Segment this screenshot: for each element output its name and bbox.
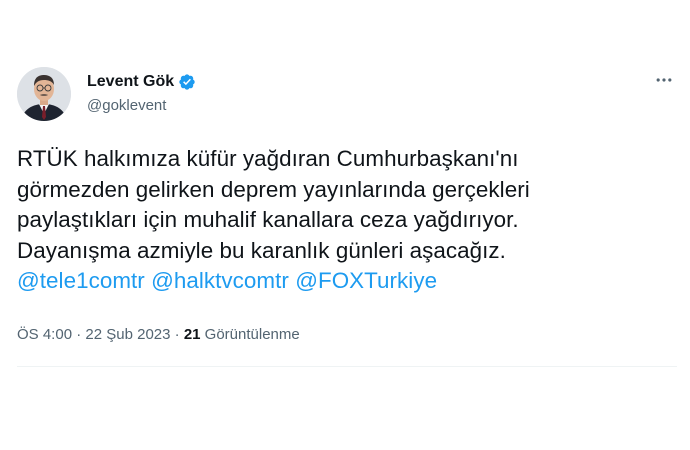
meta-separator: · bbox=[174, 326, 180, 343]
tweet-mentions-line: @tele1comtr @halktvcomtr @FOXTurkiye bbox=[17, 266, 667, 297]
tweet-time[interactable]: ÖS 4:00 bbox=[17, 326, 72, 343]
verified-badge-icon bbox=[178, 73, 196, 91]
tweet-text: RTÜK halkımıza küfür yağdıran Cumhurbaşk… bbox=[17, 144, 667, 297]
meta-separator: · bbox=[76, 326, 82, 343]
views-count: 21 bbox=[183, 326, 201, 343]
tweet-meta: ÖS 4:00 · 22 Şub 2023 · 21 Görüntülenme bbox=[17, 326, 300, 343]
mention-link-halktvcomtr[interactable]: @halktvcomtr bbox=[151, 268, 289, 293]
author-name-row: Levent Gök bbox=[87, 72, 196, 91]
mention-link-foxturkiye[interactable]: @FOXTurkiye bbox=[295, 268, 437, 293]
avatar[interactable] bbox=[17, 67, 71, 121]
tweet-text-line: paylaştıkları için muhalif kanallara cez… bbox=[17, 207, 519, 232]
tweet-text-line: RTÜK halkımıza küfür yağdıran Cumhurbaşk… bbox=[17, 146, 519, 171]
mention-link-tele1comtr[interactable]: @tele1comtr bbox=[17, 268, 145, 293]
tweet-card: Levent Gök @goklevent RTÜK halkımıza küf… bbox=[0, 0, 690, 450]
divider bbox=[17, 366, 677, 367]
views-label: Görüntülenme bbox=[204, 326, 300, 343]
author-display-name[interactable]: Levent Gök bbox=[87, 73, 174, 91]
author-handle[interactable]: @goklevent bbox=[87, 97, 166, 114]
tweet-date[interactable]: 22 Şub 2023 bbox=[85, 326, 170, 343]
more-options-button[interactable] bbox=[650, 70, 678, 94]
tweet-text-line: görmezden gelirken deprem yayınlarında g… bbox=[17, 176, 530, 202]
more-horizontal-icon bbox=[654, 70, 674, 95]
tweet-text-line: Dayanışma azmiyle bu karanlık günleri aş… bbox=[17, 237, 506, 263]
